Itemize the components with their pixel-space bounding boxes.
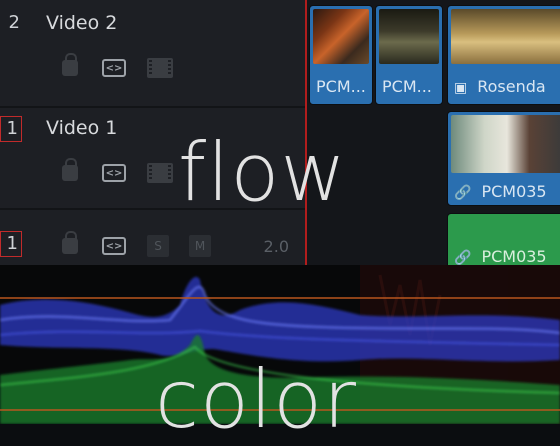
- auto-select-icon[interactable]: <>: [101, 163, 127, 183]
- overlay-title-color: color: [155, 353, 357, 446]
- clip-thumbnail: [379, 9, 439, 64]
- lock-icon[interactable]: [55, 231, 81, 256]
- clip-thumbnail: [451, 115, 560, 173]
- track-name[interactable]: Video 2: [46, 12, 117, 34]
- solo-button[interactable]: S: [147, 235, 169, 257]
- film-icon[interactable]: [147, 163, 173, 183]
- clip-label: ▣ Rosenda: [454, 77, 546, 96]
- film-icon[interactable]: [147, 58, 173, 78]
- link-icon: 🔗: [454, 185, 472, 201]
- clip[interactable]: ▣ Rosenda: [447, 5, 560, 105]
- clip-label: PCM...: [382, 77, 432, 96]
- lock-icon[interactable]: [55, 53, 81, 78]
- lock-icon[interactable]: [55, 158, 81, 183]
- clip-label: PCM...: [316, 77, 366, 96]
- clip[interactable]: 🔗 PCM035: [447, 111, 560, 206]
- clip[interactable]: PCM...: [309, 5, 373, 105]
- track-number: 2: [8, 12, 20, 33]
- clip[interactable]: PCM...: [375, 5, 443, 105]
- track-number: 1: [0, 116, 22, 142]
- clip[interactable]: 🔗 PCM035: [447, 213, 560, 265]
- auto-select-icon[interactable]: <>: [101, 236, 127, 256]
- clip-thumbnail: [313, 9, 369, 64]
- clip-label: 🔗 PCM035: [454, 247, 547, 265]
- audio-channel-format: 2.0: [263, 237, 289, 256]
- track-number: 1: [0, 231, 22, 257]
- image-icon: ▣: [454, 80, 468, 96]
- link-icon: 🔗: [454, 250, 472, 265]
- track-name[interactable]: Video 1: [46, 117, 117, 139]
- auto-select-icon[interactable]: <>: [101, 58, 127, 78]
- clip-thumbnail: [451, 9, 560, 64]
- clip-label: 🔗 PCM035: [454, 182, 547, 201]
- overlay-title-flow: flow: [178, 126, 347, 219]
- track-header-video-2[interactable]: 2 Video 2 <>: [0, 0, 305, 106]
- mute-button[interactable]: M: [189, 235, 211, 257]
